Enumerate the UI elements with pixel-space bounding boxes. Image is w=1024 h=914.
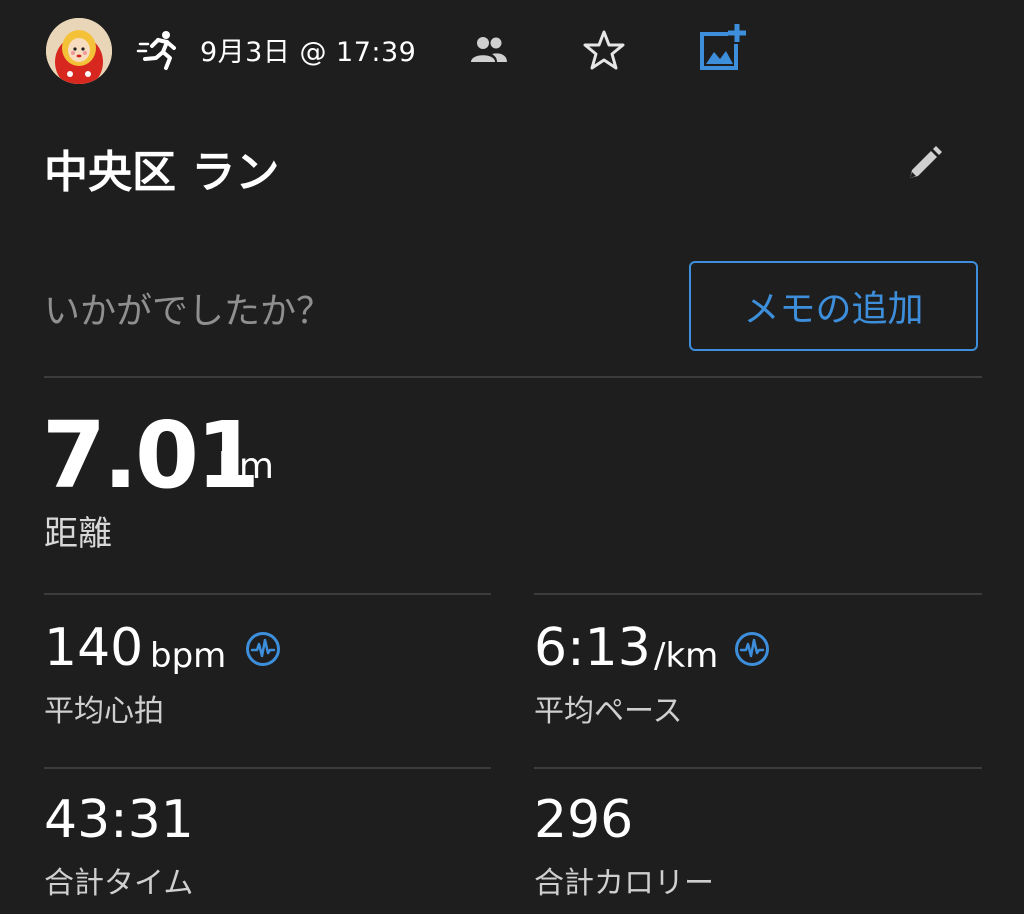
avg-pace-label: 平均ペース [534, 694, 683, 729]
avg-heart-rate-value: 140 [44, 618, 144, 678]
notes-prompt: いかがでしたか？ [44, 291, 333, 332]
pulse-icon[interactable] [734, 631, 770, 667]
distance-unit: km [218, 446, 274, 487]
activity-title: 中央区 ラン [44, 147, 280, 198]
divider [44, 593, 491, 595]
avatar[interactable] [46, 18, 112, 84]
divider [534, 593, 982, 595]
total-calories-label: 合計カロリー [534, 866, 714, 901]
people-icon[interactable] [470, 34, 508, 66]
total-calories-value: 296 [534, 790, 634, 850]
avg-pace-value: 6:13 [534, 618, 651, 678]
add-memo-button[interactable]: メモの追加 [689, 261, 978, 351]
running-icon [136, 31, 176, 70]
total-time-value: 43:31 [44, 790, 194, 850]
avg-heart-rate-unit: bpm [150, 636, 227, 676]
matryoshka-avatar-icon [46, 18, 112, 84]
divider [44, 376, 982, 378]
divider [534, 767, 982, 769]
total-time-label: 合計タイム [44, 866, 194, 901]
avg-pace-unit: /km [654, 636, 719, 676]
activity-datetime: 9月3日 @ 17:39 [200, 37, 417, 68]
divider [44, 767, 491, 769]
pencil-icon[interactable] [902, 142, 946, 186]
distance-label: 距離 [44, 514, 112, 554]
avg-heart-rate-label: 平均心拍 [44, 694, 164, 729]
pulse-icon[interactable] [245, 631, 281, 667]
star-icon[interactable] [582, 28, 626, 72]
top-bar: 9月3日 @ 17:39 [0, 0, 1024, 100]
add-photo-icon[interactable] [696, 22, 746, 74]
